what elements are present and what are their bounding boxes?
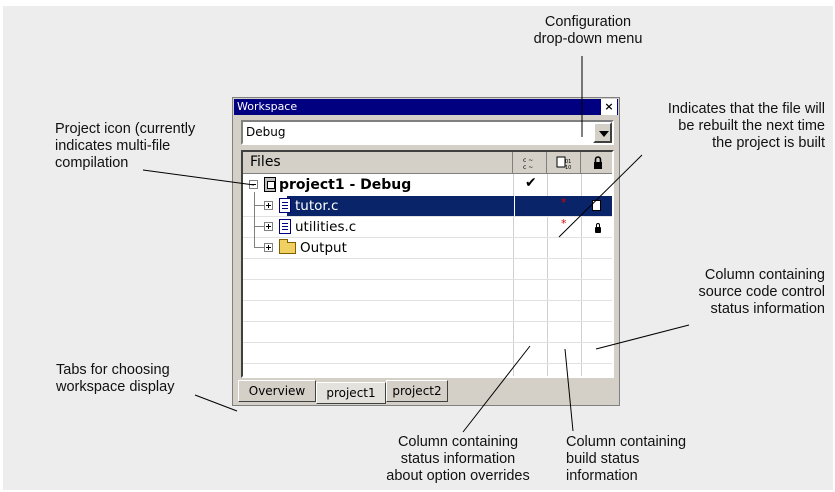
expand-icon[interactable] <box>264 222 273 231</box>
row-divider <box>243 363 612 364</box>
folder-label: Output <box>300 240 347 256</box>
rebuild-mark: * <box>561 196 567 209</box>
svg-text:c ~: c ~ <box>523 157 533 164</box>
close-icon[interactable]: × <box>601 99 617 115</box>
files-header-label: Files <box>250 154 281 170</box>
workspace-window: Workspace × Debug Files c ~ c ~ 01 10 pr… <box>232 97 620 406</box>
project-icon <box>264 177 276 192</box>
build-status-icon: 01 10 <box>556 156 571 170</box>
rebuild-mark: * <box>561 217 567 230</box>
callout-build-status-column: Column containing build status informati… <box>566 434 687 484</box>
expand-icon[interactable] <box>264 243 273 252</box>
scc-lock-icon <box>595 223 601 233</box>
scc-document-icon <box>592 200 601 211</box>
row-divider <box>243 342 612 343</box>
tab-project2[interactable]: project2 <box>386 380 448 402</box>
callout-project-icon: Project icon (currently indicates multi-… <box>55 121 196 171</box>
scc-column-header[interactable] <box>581 152 612 174</box>
file-tree: Files c ~ c ~ 01 10 project1 - Debug ✔ t… <box>241 150 614 378</box>
build-status-column-header[interactable]: 01 10 <box>547 152 581 174</box>
figure-canvas: Configuration drop-down menu Project ico… <box>0 0 835 492</box>
configuration-dropdown[interactable]: Debug <box>241 120 614 145</box>
collapse-icon[interactable] <box>249 180 258 189</box>
configuration-value: Debug <box>246 125 286 139</box>
workspace-titlebar[interactable]: Workspace × <box>234 99 618 115</box>
row-divider <box>243 300 612 301</box>
row-divider <box>243 321 612 322</box>
workspace-title: Workspace <box>237 100 298 113</box>
callout-tabs: Tabs for choosing workspace display <box>56 362 175 395</box>
svg-text:c ~: c ~ <box>523 164 533 170</box>
option-override-column-header[interactable]: c ~ c ~ <box>513 152 547 174</box>
tree-row-output[interactable]: Output <box>243 238 612 258</box>
callout-rebuild-indicator: Indicates that the file will be rebuilt … <box>667 101 825 151</box>
callout-configuration-dropdown: Configuration drop-down menu <box>533 14 643 47</box>
chevron-down-icon <box>599 131 609 137</box>
file-label: tutor.c <box>295 198 339 214</box>
workspace-tabs: Overview project1 project2 <box>237 380 615 404</box>
c-file-icon <box>279 219 291 234</box>
callout-option-overrides-column: Column containing status information abo… <box>386 434 530 484</box>
dropdown-button[interactable] <box>593 122 612 143</box>
expand-icon[interactable] <box>264 201 273 210</box>
file-label: utilities.c <box>295 219 357 235</box>
svg-text:10: 10 <box>565 165 571 170</box>
folder-icon <box>279 239 296 254</box>
c-file-icon <box>279 198 291 213</box>
option-override-check: ✔ <box>525 175 537 191</box>
tab-overview[interactable]: Overview <box>238 380 316 402</box>
tree-row-utilities[interactable]: utilities.c * <box>243 217 612 237</box>
project-label: project1 - Debug <box>279 177 412 193</box>
tree-row-tutor[interactable]: tutor.c * <box>243 196 612 216</box>
tab-project1[interactable]: project1 <box>316 382 386 404</box>
row-divider <box>243 258 612 259</box>
callout-scc-column: Column containing source code control st… <box>698 267 825 317</box>
tree-row-project[interactable]: project1 - Debug ✔ <box>243 175 612 195</box>
files-column-header[interactable]: Files <box>243 152 513 174</box>
lock-icon <box>594 156 602 169</box>
option-override-icon: c ~ c ~ <box>523 157 533 170</box>
row-divider <box>243 279 612 280</box>
